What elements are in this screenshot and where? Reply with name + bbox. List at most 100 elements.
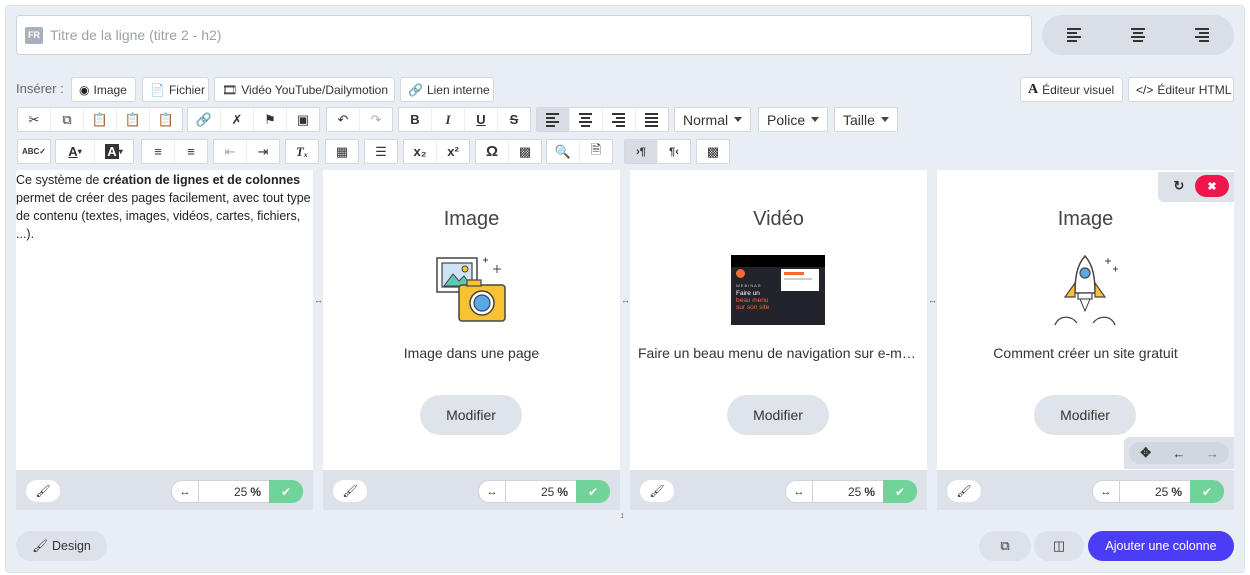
width-confirm-button[interactable]: ✔ xyxy=(1190,480,1224,503)
spellcheck-icon: ABC✓ xyxy=(21,147,47,156)
move-left-button[interactable]: ← xyxy=(1162,442,1195,464)
link-button[interactable]: 🔗 xyxy=(188,108,221,131)
width-confirm-button[interactable]: ✔ xyxy=(269,480,303,503)
insert-link-button[interactable]: 🔗 Lien interne xyxy=(400,77,494,102)
cut-button[interactable]: ✂ xyxy=(18,108,51,131)
thumbnail-screen xyxy=(781,269,819,291)
width-confirm-button[interactable]: ✔ xyxy=(576,480,610,503)
table-button[interactable]: ▦ xyxy=(326,140,358,163)
underline-button[interactable]: U xyxy=(465,108,498,131)
paste-button[interactable]: 📋 xyxy=(84,108,117,131)
source-button[interactable]: 🗎 xyxy=(580,140,612,163)
horizontal-rule-button[interactable]: ☰ xyxy=(365,140,397,163)
width-unit: % xyxy=(1171,484,1182,499)
width-value: 25 xyxy=(540,484,555,499)
size-select[interactable]: Taille xyxy=(834,107,898,132)
outdent-button[interactable]: ⇤ xyxy=(214,140,247,163)
strike-button[interactable]: S xyxy=(498,108,530,131)
video-thumbnail[interactable]: WEBINAR Faire un beau menu sur son site xyxy=(731,255,825,325)
preview-button[interactable]: 🔍 xyxy=(547,140,580,163)
text-column[interactable]: Ce système de création de lignes et de c… xyxy=(16,170,313,470)
superscript-button[interactable]: x² xyxy=(437,140,469,163)
row-title-input[interactable]: FR Titre de la ligne (titre 2 - h2) xyxy=(16,15,1032,55)
rtl-button[interactable]: ¶‹ xyxy=(658,140,690,163)
text-column-content[interactable]: Ce système de création de lignes et de c… xyxy=(16,170,313,243)
move-right-button[interactable]: → xyxy=(1196,442,1229,464)
format-select[interactable]: Normal xyxy=(674,107,752,132)
align-center-button[interactable] xyxy=(1118,20,1158,50)
design-column-button[interactable]: 🖌 xyxy=(26,480,60,502)
width-confirm-button[interactable]: ✔ xyxy=(883,480,917,503)
bullet-list-button[interactable]: ≡ xyxy=(142,140,175,163)
ltr-button[interactable]: ›¶ xyxy=(625,140,658,163)
column-width-input[interactable]: 25% xyxy=(1120,480,1190,503)
duplicate-row-button[interactable]: ⧉ xyxy=(979,531,1031,561)
justify-right-button[interactable] xyxy=(603,108,636,131)
italic-button[interactable]: I xyxy=(432,108,465,131)
visual-editor-button[interactable]: A Éditeur visuel xyxy=(1020,77,1123,102)
column-width-input[interactable]: 25% xyxy=(199,480,269,503)
justify-full-button[interactable] xyxy=(636,108,668,131)
design-column-button[interactable]: 🖌 xyxy=(333,480,367,502)
width-arrows-button[interactable]: ↔ xyxy=(171,480,199,503)
subscript-button[interactable]: x₂ xyxy=(404,140,437,163)
numbered-list-button[interactable]: ≡ xyxy=(175,140,207,163)
width-value: 25 xyxy=(1154,484,1169,499)
design-column-button[interactable]: 🖌 xyxy=(640,480,674,502)
align-left-button[interactable] xyxy=(1054,20,1094,50)
iframe-button[interactable]: ▩ xyxy=(509,140,541,163)
columns-layout-button[interactable]: ◫ xyxy=(1034,531,1084,561)
unlink-button[interactable]: ✗ xyxy=(221,108,254,131)
redo-button[interactable]: ↷ xyxy=(360,108,392,131)
clipboard-icon: 📋 xyxy=(91,111,109,127)
modify-button[interactable]: Modifier xyxy=(420,395,522,435)
redo-icon: ↷ xyxy=(370,111,382,127)
html-editor-button[interactable]: </> Éditeur HTML xyxy=(1128,77,1234,102)
copy-button[interactable]: ⧉ xyxy=(51,108,84,131)
move-button[interactable]: ✥ xyxy=(1129,442,1162,464)
clear-format-button[interactable]: Tₓ xyxy=(286,140,318,163)
width-arrows-button[interactable]: ↔ xyxy=(785,480,813,503)
add-column-button[interactable]: Ajouter une colonne xyxy=(1088,531,1234,561)
modify-button[interactable]: Modifier xyxy=(727,395,829,435)
image-button[interactable]: ▣ xyxy=(287,108,319,131)
width-arrows-button[interactable]: ↔ xyxy=(1092,480,1120,503)
delete-row-button[interactable]: ✖ xyxy=(1195,175,1229,197)
justify-center-button[interactable] xyxy=(570,108,603,131)
design-button[interactable]: 🖌 Design xyxy=(16,531,107,561)
font-select[interactable]: Police xyxy=(758,107,829,132)
column-resizer[interactable]: ↔ xyxy=(314,295,323,305)
bg-color-button[interactable]: A ▾ xyxy=(95,140,133,163)
insert-video-button[interactable]: 🎞 Vidéo YouTube/Dailymotion xyxy=(214,77,395,102)
insert-file-label: Fichier xyxy=(168,82,205,97)
column-width-input[interactable]: 25% xyxy=(506,480,576,503)
design-label: Design xyxy=(51,539,91,553)
bold-button[interactable]: B xyxy=(399,108,432,131)
special-char-button[interactable]: Ω xyxy=(476,140,509,163)
arrows-horizontal-icon: ↔ xyxy=(793,485,805,498)
paste-text-button[interactable]: 📋 xyxy=(117,108,150,131)
paste-word-button[interactable]: 📋 xyxy=(150,108,182,131)
block-group: ▩ xyxy=(696,139,730,164)
text-color-button[interactable]: A ▾ xyxy=(56,140,95,163)
column-resizer[interactable]: ↔ xyxy=(621,295,630,305)
design-column-button[interactable]: 🖌 xyxy=(947,480,981,502)
width-arrows-button[interactable]: ↔ xyxy=(478,480,506,503)
justify-left-button[interactable] xyxy=(537,108,570,131)
anchor-button[interactable]: ⚑ xyxy=(254,108,287,131)
column-width-input[interactable]: 25% xyxy=(813,480,883,503)
reset-row-button[interactable]: ↻ xyxy=(1163,175,1195,197)
column-resizer[interactable]: ↔ xyxy=(928,295,937,305)
rtl-icon: ¶‹ xyxy=(669,145,679,158)
spellcheck-button[interactable]: ABC✓ xyxy=(18,140,50,163)
modify-button[interactable]: Modifier xyxy=(1034,395,1136,435)
brush-icon: 🖌 xyxy=(35,484,51,498)
row-height-resizer[interactable]: ↕ xyxy=(620,510,625,520)
indent-button[interactable]: ⇥ xyxy=(247,140,279,163)
show-blocks-button[interactable]: ▩ xyxy=(697,140,729,163)
insert-file-button[interactable]: 📄 Fichier xyxy=(142,77,209,102)
undo-button[interactable]: ↶ xyxy=(327,108,360,131)
text-color-icon: A xyxy=(68,144,78,159)
insert-image-button[interactable]: ◉ Image xyxy=(71,77,136,102)
align-right-button[interactable] xyxy=(1182,20,1222,50)
